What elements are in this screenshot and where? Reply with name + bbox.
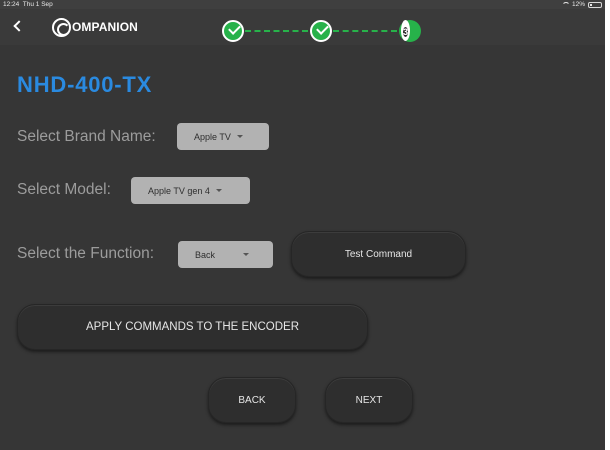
function-dropdown-value: Back: [195, 249, 216, 260]
nav-bar: OMPANION 3: [0, 9, 605, 45]
back-arrow-icon[interactable]: [12, 20, 22, 32]
brand-dropdown[interactable]: Apple TV: [177, 123, 269, 150]
step-2-complete-icon: [310, 20, 332, 42]
step-3-number: 3: [403, 27, 409, 37]
progress-stepper: 3: [222, 20, 424, 44]
app-screen: 12:24 Thu 1 Sep 12% OMPANION 3 NHD-400-T…: [0, 0, 605, 450]
status-date: Thu 1 Sep: [22, 1, 53, 8]
apply-commands-button[interactable]: APPLY COMMANDS TO THE ENCODER: [17, 304, 368, 350]
status-bar: 12:24 Thu 1 Sep 12%: [0, 0, 605, 9]
step-connector-1: [245, 30, 308, 32]
function-dropdown[interactable]: Back: [178, 241, 273, 268]
caret-down-icon: [215, 189, 222, 192]
step-3-current: 3: [399, 20, 421, 42]
logo-text: OMPANION: [72, 20, 138, 34]
model-label: Select Model:: [17, 181, 111, 198]
logo-c-icon: [52, 17, 71, 37]
caret-down-icon: [236, 135, 243, 138]
wifi-icon: [561, 2, 570, 7]
next-button[interactable]: NEXT: [325, 377, 413, 423]
battery-icon: [588, 1, 602, 8]
status-indicators: 12%: [561, 0, 602, 9]
caret-down-icon: [243, 253, 250, 256]
brand-label: Select Brand Name:: [17, 128, 156, 145]
status-time-date: 12:24 Thu 1 Sep: [3, 0, 53, 9]
model-dropdown-value: Apple TV gen 4: [148, 185, 210, 196]
model-dropdown[interactable]: Apple TV gen 4: [131, 177, 250, 204]
test-command-button[interactable]: Test Command: [291, 231, 466, 277]
companion-logo: OMPANION: [52, 17, 138, 37]
step-1-complete-icon: [222, 20, 244, 42]
page-title: NHD-400-TX: [17, 72, 153, 97]
battery-percent: 12%: [571, 1, 585, 8]
back-button[interactable]: BACK: [208, 377, 296, 423]
status-time: 12:24: [3, 1, 20, 8]
step-connector-2: [333, 30, 397, 32]
function-label: Select the Function:: [17, 245, 154, 262]
brand-dropdown-value: Apple TV: [194, 131, 231, 142]
